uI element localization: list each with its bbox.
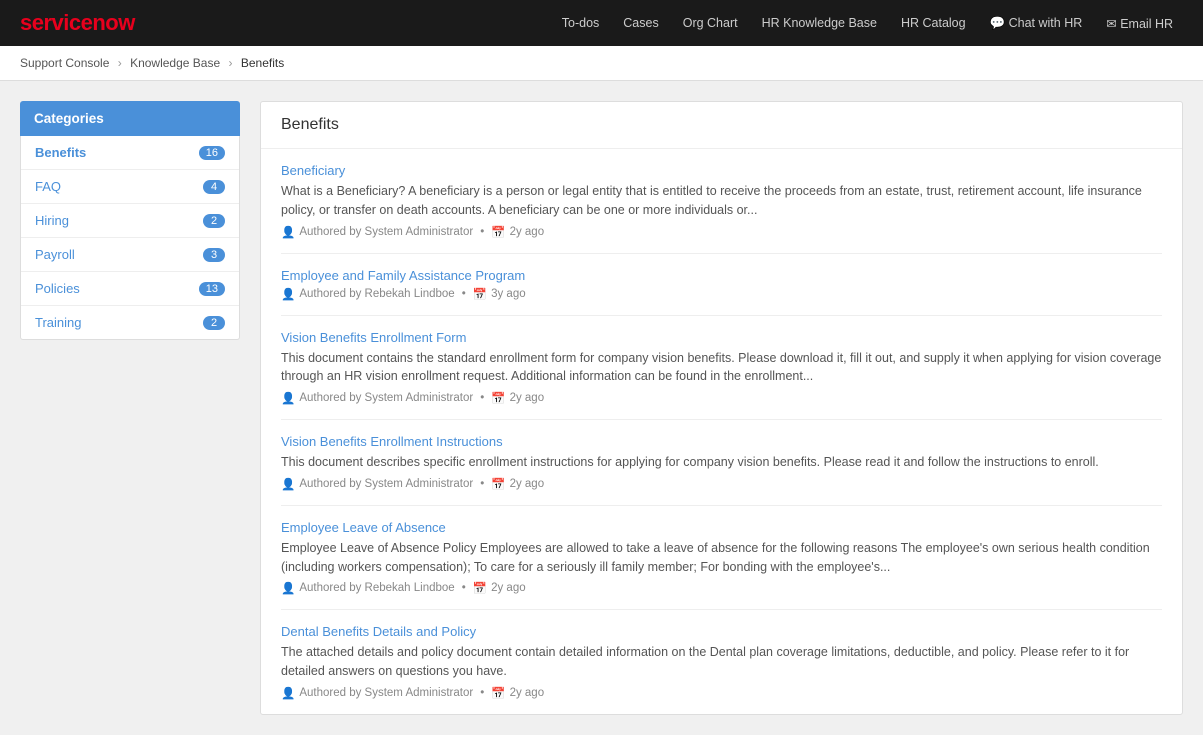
sidebar-item-policies[interactable]: Policies 13: [21, 272, 239, 306]
sidebar-item-benefits[interactable]: Benefits 16: [21, 136, 239, 170]
meta-dot-4: •: [480, 478, 484, 490]
cal-icon-4: 📅: [491, 477, 505, 491]
cal-icon-6: 📅: [491, 686, 505, 700]
article-dental-title[interactable]: Dental Benefits Details and Policy: [281, 624, 1162, 639]
top-nav: servicenow To-dos Cases Org Chart HR Kno…: [0, 0, 1203, 46]
article-efap: Employee and Family Assistance Program 👤…: [281, 254, 1162, 316]
article-dental-author: Authored by System Administrator: [299, 687, 473, 699]
article-dental: Dental Benefits Details and Policy The a…: [281, 610, 1162, 714]
sidebar-item-hiring-count: 2: [203, 214, 225, 228]
sidebar-item-payroll[interactable]: Payroll 3: [21, 238, 239, 272]
article-beneficiary: Beneficiary What is a Beneficiary? A ben…: [281, 149, 1162, 254]
sidebar-item-faq[interactable]: FAQ 4: [21, 170, 239, 204]
sidebar-item-training-label: Training: [35, 315, 81, 330]
article-leave-absence-age: 2y ago: [491, 582, 526, 594]
nav-hr-catalog[interactable]: HR Catalog: [891, 10, 976, 36]
cal-icon-5: 📅: [473, 581, 487, 595]
sidebar-item-benefits-label: Benefits: [35, 145, 86, 160]
article-beneficiary-author: Authored by System Administrator: [299, 226, 473, 238]
breadcrumb-current: Benefits: [241, 56, 284, 70]
meta-dot: •: [480, 226, 484, 238]
article-leave-absence-excerpt: Employee Leave of Absence Policy Employe…: [281, 539, 1162, 577]
sidebar-item-policies-label: Policies: [35, 281, 80, 296]
article-vision-form-excerpt: This document contains the standard enro…: [281, 349, 1162, 387]
user-icon: 👤: [281, 225, 295, 239]
article-efap-meta: 👤 Authored by Rebekah Lindboe • 📅 3y ago: [281, 287, 1162, 301]
article-dental-age: 2y ago: [510, 687, 545, 699]
logo-prefix: service: [20, 10, 92, 35]
article-vision-form-meta: 👤 Authored by System Administrator • 📅 2…: [281, 391, 1162, 405]
article-beneficiary-title[interactable]: Beneficiary: [281, 163, 1162, 178]
sidebar-item-benefits-count: 16: [199, 146, 225, 160]
nav-email-hr[interactable]: ✉ Email HR: [1096, 10, 1183, 37]
user-icon-5: 👤: [281, 581, 295, 595]
meta-dot-6: •: [480, 687, 484, 699]
article-efap-author: Authored by Rebekah Lindboe: [299, 288, 454, 300]
cal-icon-2: 📅: [473, 287, 487, 301]
article-list: Beneficiary What is a Beneficiary? A ben…: [261, 149, 1182, 714]
logo: servicenow: [20, 10, 135, 36]
article-efap-age: 3y ago: [491, 288, 526, 300]
nav-cases[interactable]: Cases: [613, 10, 668, 36]
article-vision-form-age: 2y ago: [510, 392, 545, 404]
logo-suffix: now: [92, 10, 135, 35]
breadcrumb: Support Console › Knowledge Base › Benef…: [0, 46, 1203, 81]
sidebar-item-hiring-label: Hiring: [35, 213, 69, 228]
sidebar: Categories Benefits 16 FAQ 4 Hiring 2 Pa…: [20, 101, 240, 715]
sidebar-item-faq-count: 4: [203, 180, 225, 194]
sidebar-item-faq-label: FAQ: [35, 179, 61, 194]
article-beneficiary-age: 2y ago: [510, 226, 545, 238]
article-leave-absence-title[interactable]: Employee Leave of Absence: [281, 520, 1162, 535]
nav-links: To-dos Cases Org Chart HR Knowledge Base…: [552, 10, 1183, 37]
user-icon-2: 👤: [281, 287, 295, 301]
nav-org-chart[interactable]: Org Chart: [673, 10, 748, 36]
article-vision-instructions: Vision Benefits Enrollment Instructions …: [281, 420, 1162, 506]
sidebar-item-hiring[interactable]: Hiring 2: [21, 204, 239, 238]
sidebar-body: Benefits 16 FAQ 4 Hiring 2 Payroll 3 Pol…: [20, 136, 240, 340]
article-vision-form-author: Authored by System Administrator: [299, 392, 473, 404]
article-leave-absence-author: Authored by Rebekah Lindboe: [299, 582, 454, 594]
breadcrumb-support-console[interactable]: Support Console: [20, 56, 109, 70]
content-area: Benefits Beneficiary What is a Beneficia…: [260, 101, 1183, 715]
user-icon-6: 👤: [281, 686, 295, 700]
article-beneficiary-excerpt: What is a Beneficiary? A beneficiary is …: [281, 182, 1162, 220]
article-vision-instructions-excerpt: This document describes specific enrollm…: [281, 453, 1162, 472]
sidebar-item-payroll-label: Payroll: [35, 247, 75, 262]
article-leave-absence-meta: 👤 Authored by Rebekah Lindboe • 📅 2y ago: [281, 581, 1162, 595]
article-leave-absence: Employee Leave of Absence Employee Leave…: [281, 506, 1162, 611]
nav-hr-knowledge-base[interactable]: HR Knowledge Base: [752, 10, 887, 36]
breadcrumb-sep-1: ›: [118, 56, 122, 70]
sidebar-item-policies-count: 13: [199, 282, 225, 296]
meta-dot-5: •: [462, 582, 466, 594]
article-vision-form: Vision Benefits Enrollment Form This doc…: [281, 316, 1162, 421]
article-vision-instructions-meta: 👤 Authored by System Administrator • 📅 2…: [281, 477, 1162, 491]
article-vision-instructions-title[interactable]: Vision Benefits Enrollment Instructions: [281, 434, 1162, 449]
cal-icon-3: 📅: [491, 391, 505, 405]
user-icon-4: 👤: [281, 477, 295, 491]
sidebar-item-training-count: 2: [203, 316, 225, 330]
main-layout: Categories Benefits 16 FAQ 4 Hiring 2 Pa…: [0, 81, 1203, 735]
article-vision-instructions-age: 2y ago: [510, 478, 545, 490]
sidebar-item-payroll-count: 3: [203, 248, 225, 262]
article-beneficiary-meta: 👤 Authored by System Administrator • 📅 2…: [281, 225, 1162, 239]
article-vision-instructions-author: Authored by System Administrator: [299, 478, 473, 490]
breadcrumb-sep-2: ›: [229, 56, 233, 70]
sidebar-item-training[interactable]: Training 2: [21, 306, 239, 339]
meta-dot-2: •: [462, 288, 466, 300]
article-vision-form-title[interactable]: Vision Benefits Enrollment Form: [281, 330, 1162, 345]
article-efap-title[interactable]: Employee and Family Assistance Program: [281, 268, 1162, 283]
cal-icon: 📅: [491, 225, 505, 239]
nav-chat-with-hr[interactable]: 💬 Chat with HR: [980, 10, 1093, 37]
article-dental-excerpt: The attached details and policy document…: [281, 643, 1162, 681]
nav-todos[interactable]: To-dos: [552, 10, 610, 36]
breadcrumb-knowledge-base[interactable]: Knowledge Base: [130, 56, 220, 70]
user-icon-3: 👤: [281, 391, 295, 405]
content-title: Benefits: [261, 102, 1182, 149]
article-dental-meta: 👤 Authored by System Administrator • 📅 2…: [281, 686, 1162, 700]
sidebar-header: Categories: [20, 101, 240, 136]
meta-dot-3: •: [480, 392, 484, 404]
